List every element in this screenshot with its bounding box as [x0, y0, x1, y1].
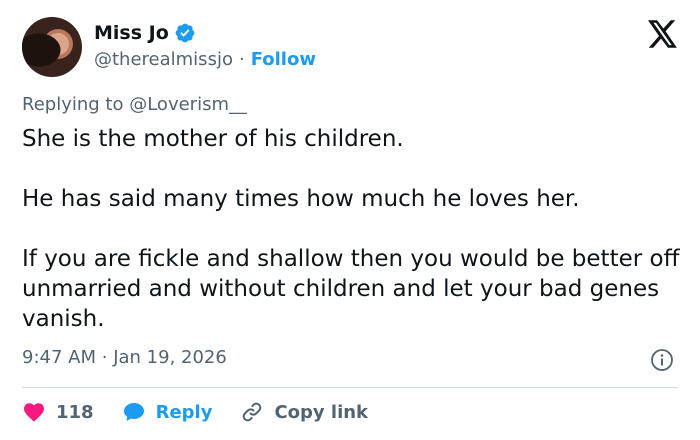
- tweet-paragraph: He has said many times how much he loves…: [22, 186, 580, 212]
- handle-separator: ·: [238, 49, 245, 70]
- tweet-text: She is the mother of his children. He ha…: [22, 124, 682, 334]
- replying-to-line: Replying to @Loverism__: [22, 94, 247, 115]
- author-handle-row: @therealmissjo · Follow: [94, 49, 316, 70]
- like-count: 118: [56, 401, 94, 423]
- tweet-paragraph: If you are fickle and shallow then you w…: [22, 246, 680, 332]
- verified-badge-icon: [175, 23, 195, 43]
- author-avatar[interactable]: [22, 17, 82, 77]
- follow-button[interactable]: Follow: [251, 49, 316, 70]
- tweet-paragraph: She is the mother of his children.: [22, 126, 404, 152]
- reply-button[interactable]: Reply: [122, 400, 213, 424]
- actions-divider: [22, 387, 678, 388]
- author-handle[interactable]: @therealmissjo: [94, 49, 233, 70]
- x-logo-icon[interactable]: [648, 20, 678, 48]
- speech-bubble-icon: [123, 403, 144, 421]
- reply-label: Reply: [155, 401, 213, 423]
- replying-to-mention[interactable]: @Loverism__: [129, 94, 247, 115]
- heart-icon: [24, 403, 44, 422]
- timestamp-separator: ·: [101, 347, 108, 368]
- link-icon: [243, 402, 262, 422]
- tweet-date: Jan 19, 2026: [113, 347, 227, 368]
- info-icon[interactable]: [650, 348, 674, 372]
- tweet-timestamp[interactable]: 9:47 AM · Jan 19, 2026: [22, 347, 227, 368]
- copy-link-label: Copy link: [274, 401, 369, 423]
- tweet-actions: 118 Reply Copy link: [22, 400, 396, 424]
- copy-link-button[interactable]: Copy link: [240, 400, 368, 424]
- tweet-time: 9:47 AM: [22, 347, 96, 368]
- author-name-row: Miss Jo: [94, 22, 196, 44]
- replying-to-prefix: Replying to: [22, 94, 124, 115]
- author-name[interactable]: Miss Jo: [94, 22, 169, 44]
- like-button[interactable]: 118: [22, 400, 94, 424]
